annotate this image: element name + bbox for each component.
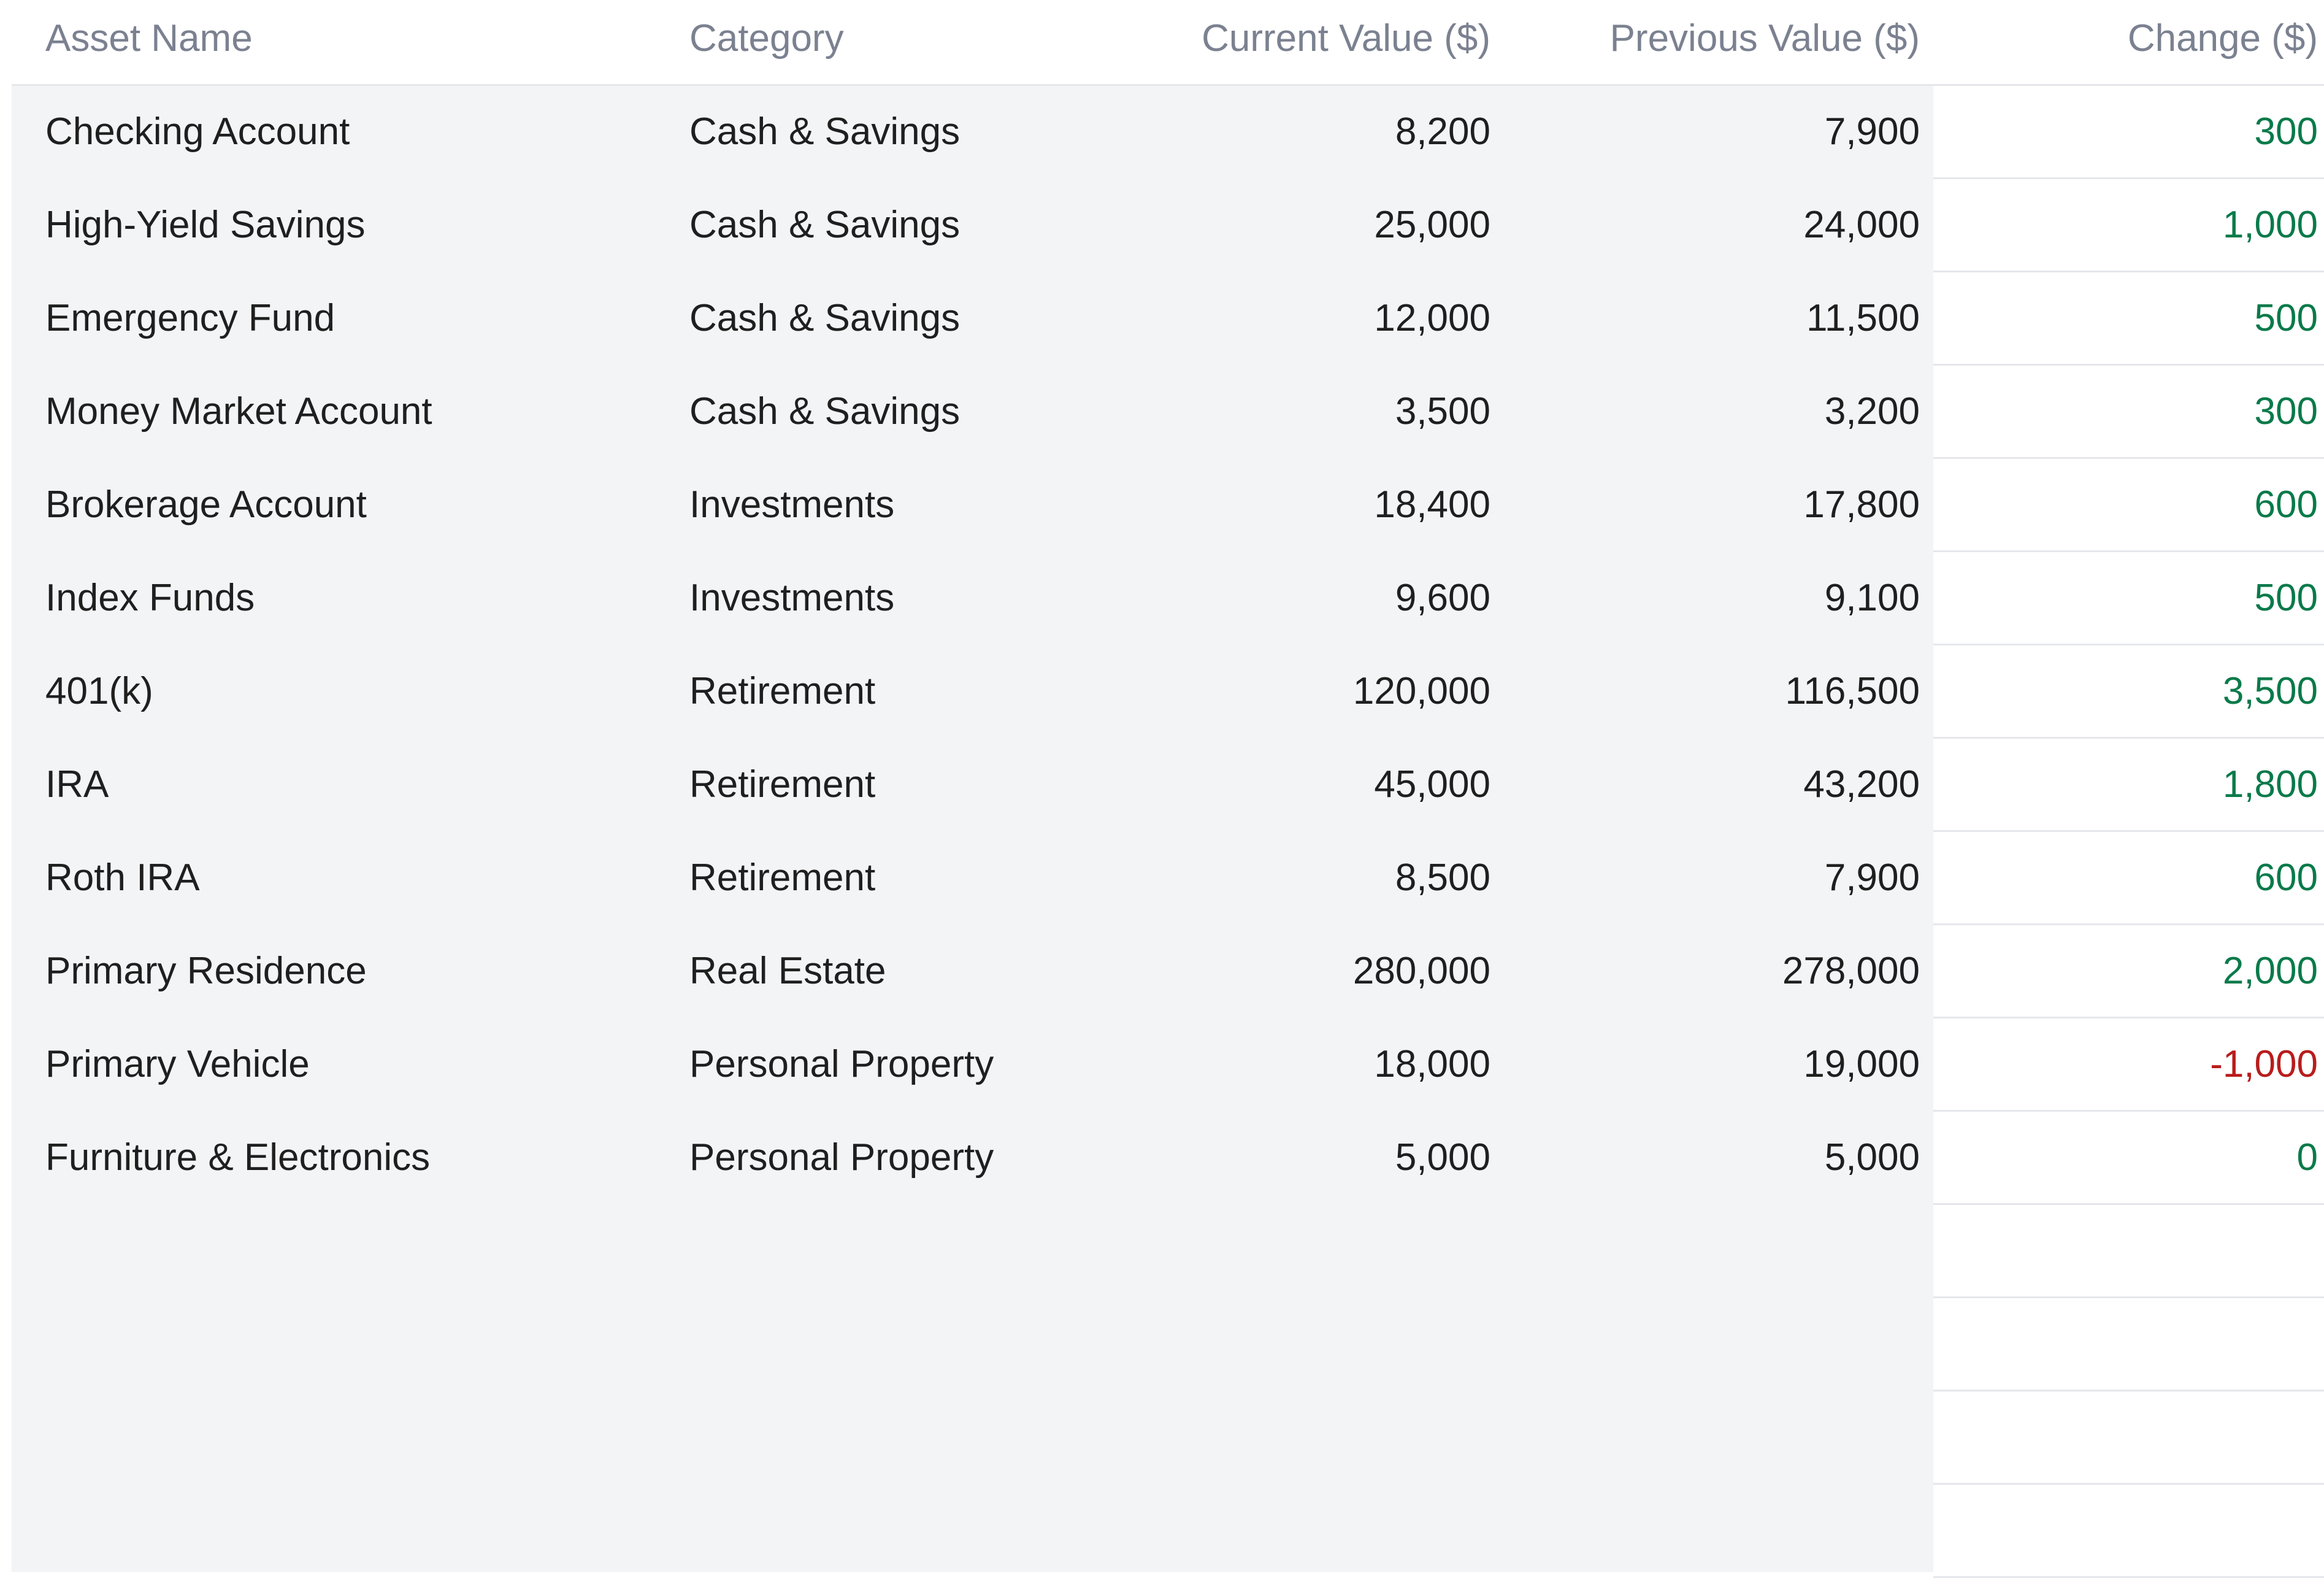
row-previous-value: 17,800 — [1803, 483, 1920, 526]
header-asset-name[interactable]: Asset Name — [45, 20, 253, 58]
row-asset-name: Primary Vehicle — [45, 1043, 310, 1085]
header-change[interactable]: Change ($) — [2128, 20, 2318, 58]
row-change: 3,500 — [2222, 670, 2318, 712]
row-asset-name: IRA — [45, 763, 109, 806]
row-current-value: 45,000 — [1374, 763, 1490, 806]
table-row[interactable]: Money Market Account Cash & Savings 3,500 3… — [12, 366, 2324, 459]
row-asset-name: Roth IRA — [45, 857, 200, 899]
row-previous-value: 19,000 — [1803, 1043, 1920, 1085]
row-current-value: 8,500 — [1395, 857, 1490, 899]
row-previous-value: 9,100 — [1824, 577, 1920, 619]
row-category: Cash & Savings — [689, 204, 961, 246]
table-row[interactable]: Roth IRA Retirement 8,500 7,900 600 — [12, 832, 2324, 925]
row-category: Retirement — [689, 857, 876, 899]
row-asset-name: Brokerage Account — [45, 483, 367, 526]
row-asset-name: Checking Account — [45, 110, 350, 153]
row-category: Personal Property — [689, 1136, 994, 1179]
row-change: 0 — [2296, 1136, 2318, 1179]
empty-table-row — [12, 1485, 2324, 1578]
header-current-value[interactable]: Current Value ($) — [1202, 20, 1490, 58]
table-row[interactable]: 401(k) Retirement 120,000 116,500 3,500 — [12, 645, 2324, 739]
row-previous-value: 24,000 — [1803, 204, 1920, 246]
row-asset-name: High-Yield Savings — [45, 204, 366, 246]
row-asset-name: Money Market Account — [45, 390, 432, 433]
row-change: 2,000 — [2222, 950, 2318, 992]
row-category: Investments — [689, 577, 895, 619]
row-category: Investments — [689, 483, 895, 526]
row-asset-name: Furniture & Electronics — [45, 1136, 431, 1179]
row-current-value: 12,000 — [1374, 297, 1490, 339]
row-category: Real Estate — [689, 950, 886, 992]
row-previous-value: 5,000 — [1824, 1136, 1920, 1179]
row-current-value: 5,000 — [1395, 1136, 1490, 1179]
table-row[interactable]: Furniture & Electronics Personal Property… — [12, 1112, 2324, 1205]
table-row[interactable]: IRA Retirement 45,000 43,200 1,800 — [12, 739, 2324, 832]
row-asset-name: 401(k) — [45, 670, 153, 712]
row-previous-value: 43,200 — [1803, 763, 1920, 806]
row-asset-name: Primary Residence — [45, 950, 367, 992]
row-previous-value: 116,500 — [1785, 670, 1920, 712]
row-category: Cash & Savings — [689, 110, 961, 153]
row-previous-value: 7,900 — [1824, 110, 1920, 153]
row-change: 300 — [2254, 110, 2318, 153]
row-category: Personal Property — [689, 1043, 994, 1085]
row-previous-value: 278,000 — [1782, 950, 1920, 992]
row-asset-name: Emergency Fund — [45, 297, 336, 339]
table-row[interactable]: Primary Residence Real Estate 280,000 278,0… — [12, 925, 2324, 1018]
row-change: 1,800 — [2222, 763, 2318, 806]
row-change: 500 — [2254, 577, 2318, 619]
table-row[interactable]: Checking Account Cash & Savings 8,200 7,900… — [12, 86, 2324, 179]
table-row[interactable]: Primary Vehicle Personal Property 18,000 19… — [12, 1018, 2324, 1112]
row-current-value: 18,400 — [1374, 483, 1490, 526]
table-row[interactable]: Index Funds Investments 9,600 9,100 500 — [12, 552, 2324, 645]
table-row[interactable]: Brokerage Account Investments 18,400 17,800… — [12, 459, 2324, 552]
row-change: 600 — [2254, 483, 2318, 526]
row-asset-name: Index Funds — [45, 577, 255, 619]
row-current-value: 3,500 — [1395, 390, 1490, 433]
empty-table-row — [12, 1392, 2324, 1485]
row-previous-value: 3,200 — [1824, 390, 1920, 433]
row-change: -1,000 — [2210, 1043, 2318, 1085]
empty-table-row — [12, 1205, 2324, 1298]
row-change: 600 — [2254, 857, 2318, 899]
row-current-value: 120,000 — [1352, 670, 1490, 712]
row-current-value: 25,000 — [1374, 204, 1490, 246]
row-category: Retirement — [689, 670, 876, 712]
header-category[interactable]: Category — [689, 20, 844, 58]
row-category: Cash & Savings — [689, 390, 961, 433]
row-previous-value: 7,900 — [1824, 857, 1920, 899]
table-row[interactable]: Emergency Fund Cash & Savings 12,000 11,500… — [12, 272, 2324, 366]
header-previous-value[interactable]: Previous Value ($) — [1610, 20, 1920, 58]
row-previous-value: 11,500 — [1806, 297, 1920, 339]
row-category: Retirement — [689, 763, 876, 806]
row-divider — [1933, 1576, 2324, 1578]
table-row[interactable]: High-Yield Savings Cash & Savings 25,000 24… — [12, 179, 2324, 272]
row-change: 300 — [2254, 390, 2318, 433]
assets-table: Asset Name Category Current Value ($) Pr… — [12, 0, 2324, 1586]
row-change: 1,000 — [2222, 204, 2318, 246]
table-header-row: Asset Name Category Current Value ($) Pr… — [12, 0, 2324, 86]
row-current-value: 18,000 — [1374, 1043, 1490, 1085]
empty-table-row — [12, 1298, 2324, 1392]
row-category: Cash & Savings — [689, 297, 961, 339]
row-change: 500 — [2254, 297, 2318, 339]
row-current-value: 280,000 — [1352, 950, 1490, 992]
row-current-value: 8,200 — [1395, 110, 1490, 153]
row-current-value: 9,600 — [1395, 577, 1490, 619]
